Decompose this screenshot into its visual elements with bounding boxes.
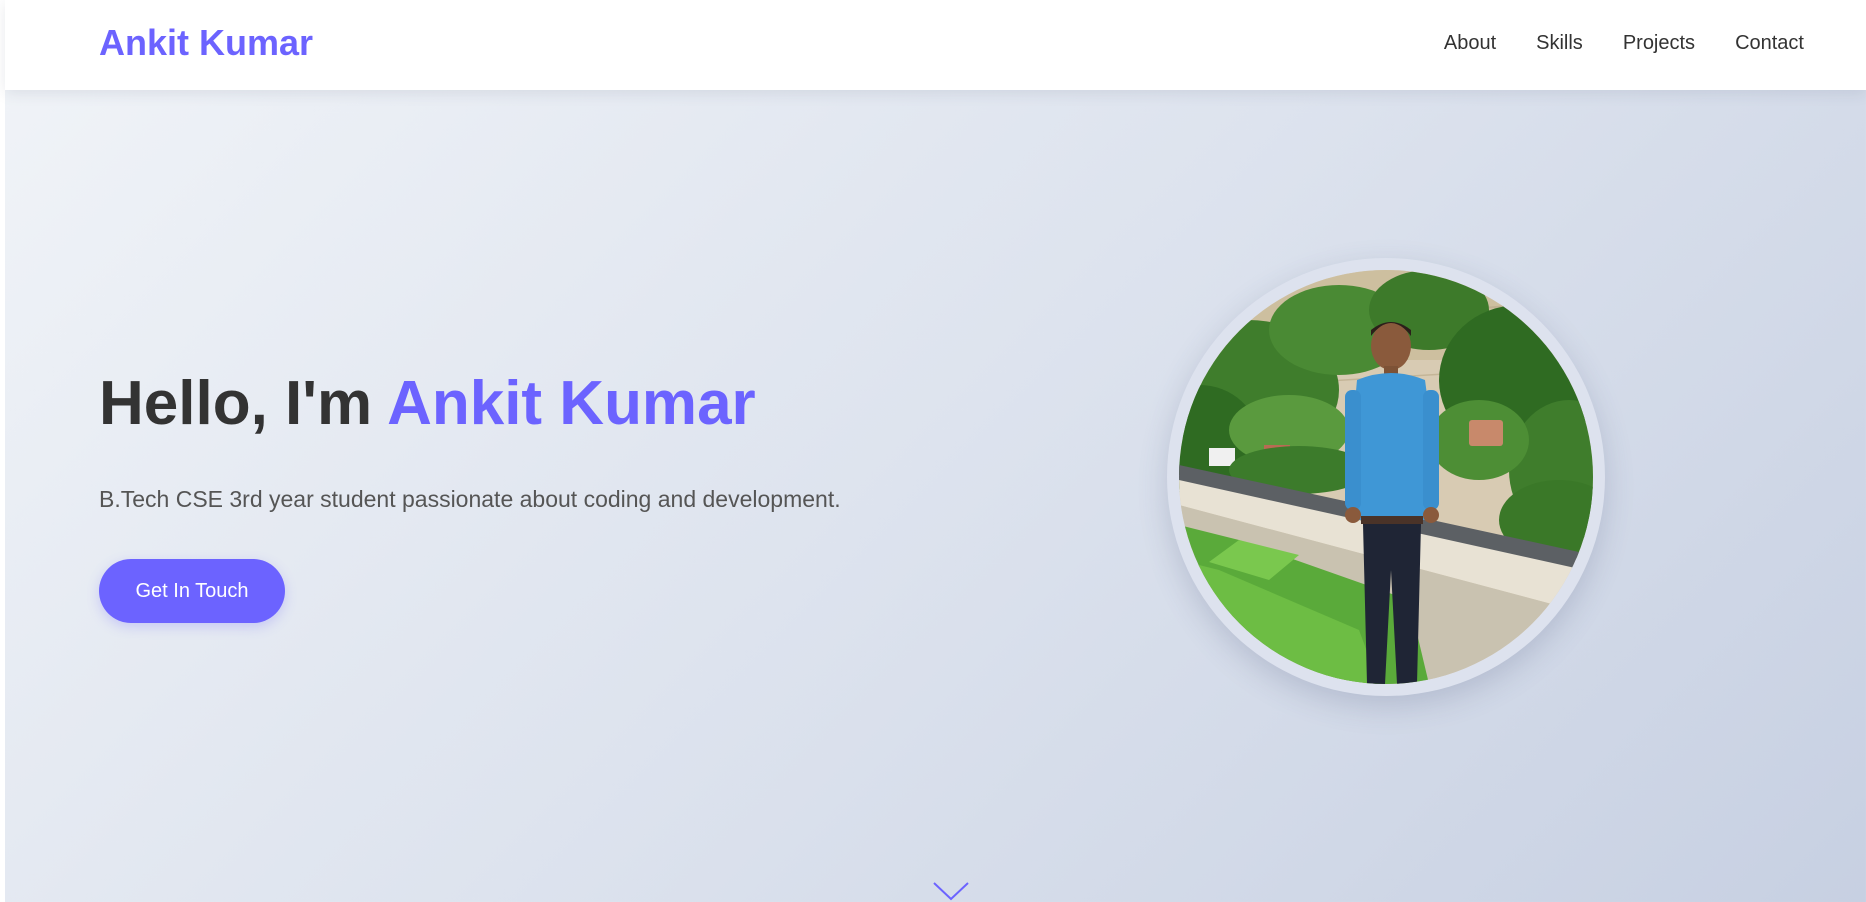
profile-frame — [1167, 258, 1605, 696]
hero-title: Hello, I'm Ankit Kumar — [99, 368, 756, 439]
hero-greeting: Hello, I'm — [99, 369, 388, 438]
profile-photo — [1179, 270, 1593, 684]
hero-subtitle: B.Tech CSE 3rd year student passionate a… — [99, 486, 841, 512]
get-in-touch-button[interactable]: Get In Touch — [99, 559, 285, 623]
nav-link-about[interactable]: About — [1444, 32, 1496, 55]
page-edge — [0, 0, 5, 902]
nav-menu: About Skills Projects Contact — [1444, 32, 1804, 55]
site-logo[interactable]: Ankit Kumar — [99, 22, 313, 64]
chevron-down-icon[interactable] — [932, 880, 970, 902]
hero-name: Ankit Kumar — [387, 369, 756, 438]
nav-link-skills[interactable]: Skills — [1536, 32, 1583, 55]
nav-link-contact[interactable]: Contact — [1735, 32, 1804, 55]
nav-link-projects[interactable]: Projects — [1623, 32, 1695, 55]
navbar: Ankit Kumar About Skills Projects Contac… — [5, 0, 1866, 90]
